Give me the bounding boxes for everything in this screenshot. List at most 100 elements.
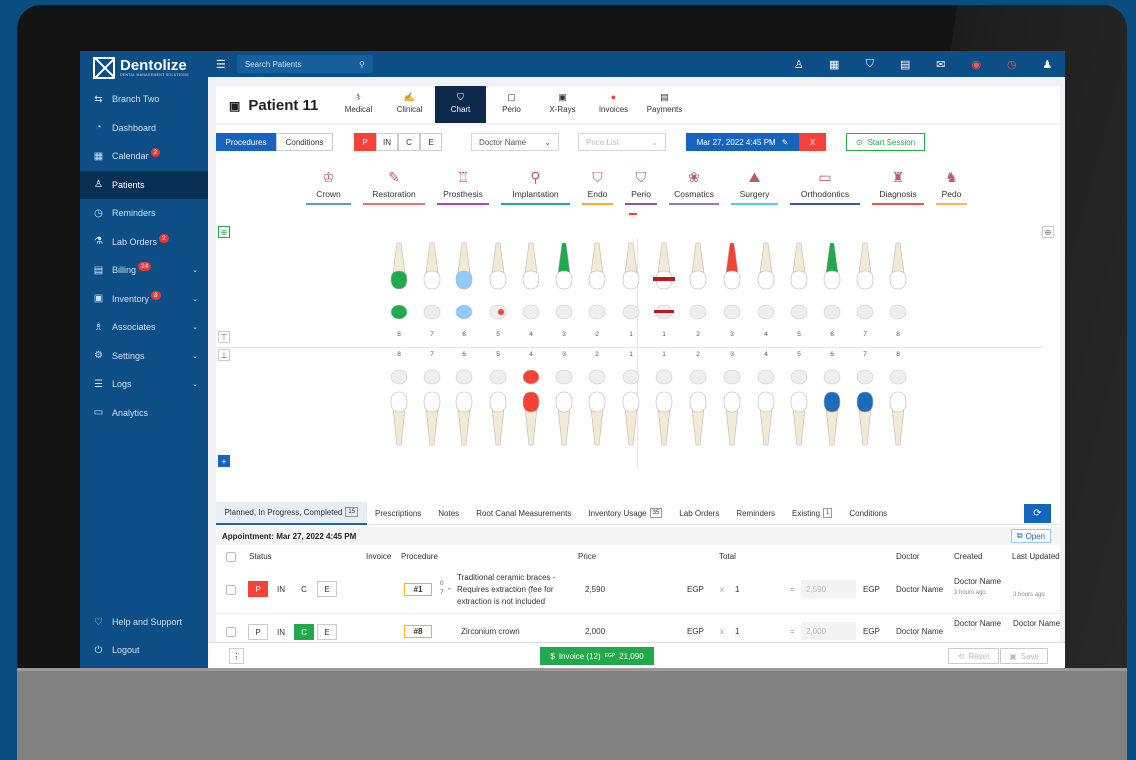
tooth[interactable]: [586, 241, 608, 299]
reset-view-icon[interactable]: ⊖: [1042, 226, 1054, 238]
procedure-number[interactable]: #1: [404, 583, 432, 596]
category-perio[interactable]: ⛉ Perio: [625, 169, 657, 205]
conditions-button[interactable]: Conditions: [276, 133, 333, 151]
sidebar-item-lab-orders[interactable]: ⚗ Lab Orders 2: [80, 228, 208, 257]
tab-medical[interactable]: ⚕ Medical: [333, 86, 384, 123]
status-p-button[interactable]: P: [248, 624, 268, 640]
sidebar-item-settings[interactable]: ⚙ Settings ⌄: [80, 342, 208, 371]
category-diagnosis[interactable]: ♜ Diagnosis: [872, 169, 924, 205]
user-icon[interactable]: ♙: [781, 58, 817, 71]
tooth-occlusal[interactable]: [855, 304, 875, 320]
document-icon[interactable]: ▤: [888, 58, 924, 71]
sidebar-item-dashboard[interactable]: ◔ Dashboard: [80, 114, 208, 143]
category-endo[interactable]: ⛉ Endo: [582, 169, 613, 205]
tooth[interactable]: [721, 241, 743, 299]
qty-value[interactable]: 1: [735, 585, 739, 594]
chart-mode-icon[interactable]: ⊕: [218, 226, 230, 238]
tooth-occlusal[interactable]: [389, 304, 409, 320]
sidebar-item-analytics[interactable]: ▭ Analytics: [80, 399, 208, 428]
tab-conditions[interactable]: Conditions: [841, 502, 896, 525]
status-in-button[interactable]: IN: [271, 624, 291, 640]
tooth-occlusal[interactable]: [454, 369, 474, 385]
tooth[interactable]: [721, 390, 743, 448]
tooth[interactable]: [586, 390, 608, 448]
procedures-button[interactable]: Procedures: [216, 133, 276, 151]
status-c-button[interactable]: C: [294, 624, 314, 640]
whatsapp-icon[interactable]: ◉: [959, 58, 995, 71]
start-session-button[interactable]: ⊙ Start Session: [846, 133, 925, 151]
tooth[interactable]: [620, 241, 642, 299]
tooth-occlusal[interactable]: [621, 304, 641, 320]
tooth[interactable]: [788, 390, 810, 448]
doctor-select[interactable]: Doctor Name ⌄: [471, 133, 559, 151]
category-crown[interactable]: ♔ Crown: [306, 169, 351, 205]
tooth[interactable]: [854, 241, 876, 299]
tooth-occlusal[interactable]: [587, 304, 607, 320]
tooth[interactable]: [887, 390, 909, 448]
status-e-button[interactable]: E: [317, 624, 337, 640]
tooth-occlusal[interactable]: [789, 304, 809, 320]
tooth-occlusal[interactable]: [822, 369, 842, 385]
tooth-occlusal[interactable]: [621, 369, 641, 385]
tooth-occlusal[interactable]: [756, 304, 776, 320]
tooth-occlusal[interactable]: [722, 369, 742, 385]
tooth[interactable]: [653, 390, 675, 448]
tooth[interactable]: [687, 390, 709, 448]
upper-jaw-icon[interactable]: ⊤: [218, 331, 230, 343]
tab-chart[interactable]: ⛉ Chart: [435, 86, 486, 123]
tab-perio[interactable]: ▢ Perio: [486, 86, 537, 123]
category-surgery[interactable]: ⛰ Surgery: [731, 169, 778, 205]
tooth-occlusal[interactable]: [488, 304, 508, 320]
category-implantation[interactable]: ⚲ Implantation: [501, 169, 570, 205]
tooth[interactable]: [854, 390, 876, 448]
select-all-checkbox[interactable]: [226, 552, 236, 562]
sidebar-item-branch-two[interactable]: ⇆ Branch Two: [80, 85, 208, 114]
tooth-occlusal[interactable]: [554, 304, 574, 320]
filter-p-button[interactable]: P: [354, 133, 376, 151]
invoice-button[interactable]: $ Invoice (12) EGP 21,090: [540, 647, 654, 665]
sidebar-item-reminders[interactable]: ◷ Reminders: [80, 199, 208, 228]
help-support-link[interactable]: ♡ Help and Support: [80, 608, 208, 637]
tooth[interactable]: [487, 241, 509, 299]
tooth-occlusal[interactable]: [822, 304, 842, 320]
tab-prescriptions[interactable]: Prescriptions: [367, 502, 430, 525]
tab-clinical[interactable]: ✍ Clinical: [384, 86, 435, 123]
tooth[interactable]: [788, 241, 810, 299]
tooth-occlusal[interactable]: [454, 304, 474, 320]
clear-date-button[interactable]: X: [799, 133, 826, 151]
status-in-button[interactable]: IN: [271, 581, 291, 597]
procedure-number[interactable]: #8: [404, 625, 432, 638]
save-button[interactable]: ▣ Save: [1000, 648, 1048, 664]
tooth-occlusal[interactable]: [654, 304, 674, 320]
profile-icon[interactable]: ♟: [1030, 58, 1066, 71]
status-c-button[interactable]: C: [294, 581, 314, 597]
tooth-occlusal[interactable]: [888, 369, 908, 385]
tab-notes[interactable]: Notes: [430, 502, 468, 525]
tooth[interactable]: [687, 241, 709, 299]
open-button[interactable]: ⧉ Open: [1011, 529, 1051, 543]
tab-existing[interactable]: Existing 1: [784, 502, 841, 525]
tooth[interactable]: [620, 390, 642, 448]
tooth-occlusal[interactable]: [888, 304, 908, 320]
tooth-occlusal[interactable]: [389, 369, 409, 385]
tab-x-rays[interactable]: ▣ X-Rays: [537, 86, 588, 123]
tooth[interactable]: [553, 390, 575, 448]
category-cosmatics[interactable]: ❀ Cosmatics: [669, 169, 719, 205]
mail-icon[interactable]: ✉: [923, 58, 959, 71]
tooth[interactable]: [653, 241, 675, 299]
status-e-button[interactable]: E: [317, 581, 337, 597]
tooth[interactable]: [887, 241, 909, 299]
menu-toggle-icon[interactable]: ☰: [216, 58, 226, 71]
sidebar-item-calendar[interactable]: ▦ Calendar 2: [80, 142, 208, 171]
price-list-select[interactable]: Price List ⌄: [578, 133, 666, 151]
tooth[interactable]: [453, 390, 475, 448]
sidebar-item-associates[interactable]: ♗ Associates ⌄: [80, 313, 208, 342]
sidebar-item-patients[interactable]: ♙ Patients: [80, 170, 208, 199]
tab-inventory-usage[interactable]: Inventory Usage 35: [580, 502, 671, 525]
tooth[interactable]: [821, 241, 843, 299]
category-prosthesis[interactable]: ♖ Prosthesis: [437, 169, 489, 205]
tooth[interactable]: [520, 390, 542, 448]
category-orthodontics[interactable]: ▭ Orthodontics: [790, 169, 860, 205]
tooth-occlusal[interactable]: [855, 369, 875, 385]
tooth-occlusal[interactable]: [587, 369, 607, 385]
